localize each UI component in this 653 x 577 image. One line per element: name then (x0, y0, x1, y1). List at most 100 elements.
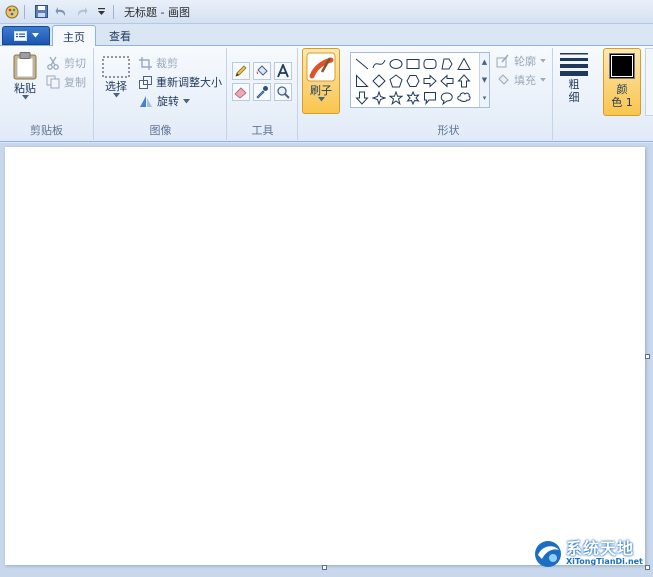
scroll-up-icon[interactable]: ▲ (482, 58, 487, 66)
shape-curve[interactable] (370, 55, 387, 72)
paint-bucket-icon (256, 65, 268, 76)
rotate-button[interactable]: 旋转 (139, 93, 190, 109)
shape-rectangle[interactable] (404, 55, 421, 72)
shape-four-point-star[interactable] (370, 89, 387, 106)
chevron-down-icon (21, 95, 29, 100)
callout-oval-icon (440, 91, 453, 105)
watermark-cn: 系统天地 (566, 539, 635, 559)
select-button[interactable]: 选择 (101, 56, 131, 98)
line-icon (355, 58, 368, 69)
tab-home[interactable]: 主页 (52, 25, 96, 47)
paste-button[interactable]: 粘贴 (10, 52, 40, 100)
shapes-gallery: ▲ ▼ ▾ (350, 52, 490, 108)
resize-handle-bottom[interactable] (322, 565, 327, 570)
chevron-down-icon (540, 78, 546, 82)
paint-app-icon[interactable] (4, 4, 20, 20)
shape-triangle[interactable] (455, 55, 472, 72)
fill-button[interactable]: 填充 (496, 72, 546, 88)
copy-button[interactable]: 复制 (46, 74, 86, 90)
shape-arrow-up[interactable] (455, 72, 472, 89)
drawing-canvas[interactable] (5, 147, 645, 565)
color-picker-tool[interactable] (253, 83, 271, 101)
redo-icon[interactable] (73, 4, 89, 20)
resize-handle-right[interactable] (645, 354, 650, 359)
eraser-tool[interactable] (232, 83, 250, 101)
undo-icon[interactable] (53, 4, 69, 20)
shape-line[interactable] (353, 55, 370, 72)
six-point-star-icon (405, 90, 420, 105)
quick-access-toolbar (0, 0, 118, 24)
expand-gallery-icon[interactable]: ▾ (483, 94, 487, 102)
brushes-button[interactable]: 刷子 (302, 48, 340, 114)
shape-oval[interactable] (387, 55, 404, 72)
fill-bucket-icon (498, 74, 509, 85)
paint-menu-button[interactable] (2, 26, 50, 45)
chevron-down-icon (183, 98, 190, 103)
customize-toolbar-icon[interactable] (93, 4, 109, 20)
arrow-up-icon (456, 73, 471, 87)
scroll-down-icon[interactable]: ▼ (482, 76, 487, 84)
outline-brush-icon (496, 54, 509, 68)
line-width-icon (560, 53, 588, 76)
shape-arrow-right[interactable] (421, 72, 438, 89)
save-icon[interactable] (33, 4, 49, 20)
color-1-button[interactable]: 颜 色 1 (603, 48, 641, 116)
shape-callout-cloud[interactable] (455, 89, 472, 106)
image-group: 选择 裁剪 重新调整大小 旋转 图像 (95, 48, 227, 140)
clipboard-group-label: 剪贴板 (30, 124, 63, 137)
shapes-group-label: 形状 (437, 124, 460, 137)
shape-diamond[interactable] (370, 72, 387, 89)
shapes-scrollbar[interactable]: ▲ ▼ ▾ (479, 53, 489, 107)
cut-label: 剪切 (64, 57, 86, 70)
resize-button[interactable]: 重新调整大小 (139, 74, 222, 90)
shape-arrow-left[interactable] (438, 72, 455, 89)
shape-callout-oval[interactable] (438, 89, 455, 106)
tab-view[interactable]: 查看 (99, 25, 141, 47)
size-button[interactable]: 粗 细 (557, 52, 591, 104)
pentagon-icon (388, 73, 403, 87)
size-label-line1: 粗 (568, 78, 580, 91)
shape-arrow-down[interactable] (353, 89, 370, 106)
shape-callout-rectangle[interactable] (421, 89, 438, 106)
triangle-icon (456, 56, 471, 70)
brushes-label: 刷子 (310, 84, 332, 97)
color-1-swatch (609, 53, 635, 79)
shape-hexagon[interactable] (404, 72, 421, 89)
shape-five-point-star[interactable] (387, 89, 404, 106)
tools-group: 工具 (228, 48, 298, 140)
text-tool[interactable] (274, 62, 292, 80)
resize-label: 重新调整大小 (156, 76, 222, 89)
diamond-icon (371, 73, 386, 88)
four-point-star-icon (371, 90, 386, 105)
image-group-label: 图像 (149, 124, 172, 137)
callout-cloud-icon (456, 91, 471, 102)
watermark-en: XiTongTianDi.net (566, 557, 643, 567)
site-watermark: 系统天地 XiTongTianDi.net (533, 535, 649, 573)
clipboard-group: 粘贴 剪切 复制 剪贴板 (0, 48, 94, 140)
pencil-tool[interactable] (232, 62, 250, 80)
watermark-text: 系统天地 XiTongTianDi.net (566, 539, 643, 567)
selection-icon (102, 56, 130, 78)
shape-right-triangle[interactable] (353, 72, 370, 89)
shape-pentagon[interactable] (387, 72, 404, 89)
shape-six-point-star[interactable] (404, 89, 421, 106)
curve-icon (372, 59, 385, 68)
size-label-line2: 细 (568, 91, 580, 104)
cut-button[interactable]: 剪切 (46, 55, 86, 71)
chevron-down-icon (317, 97, 325, 102)
toolbar-divider (24, 4, 25, 19)
right-triangle-icon (355, 73, 369, 87)
shape-rounded-rectangle[interactable] (421, 55, 438, 72)
magnifier-tool[interactable] (274, 83, 292, 101)
window-title: 无标题 - 画图 (124, 5, 190, 19)
crop-button[interactable]: 裁剪 (139, 55, 178, 71)
callout-rectangle-icon (423, 91, 436, 105)
resize-icon (139, 75, 152, 89)
fill-tool[interactable] (253, 62, 271, 80)
crop-icon (139, 56, 152, 70)
toolbar-divider (113, 4, 114, 19)
color-1-label-line1: 颜 (616, 83, 628, 96)
color-2-button[interactable] (645, 48, 653, 116)
outline-button[interactable]: 轮廓 (496, 53, 546, 69)
shape-polygon[interactable] (438, 55, 455, 72)
